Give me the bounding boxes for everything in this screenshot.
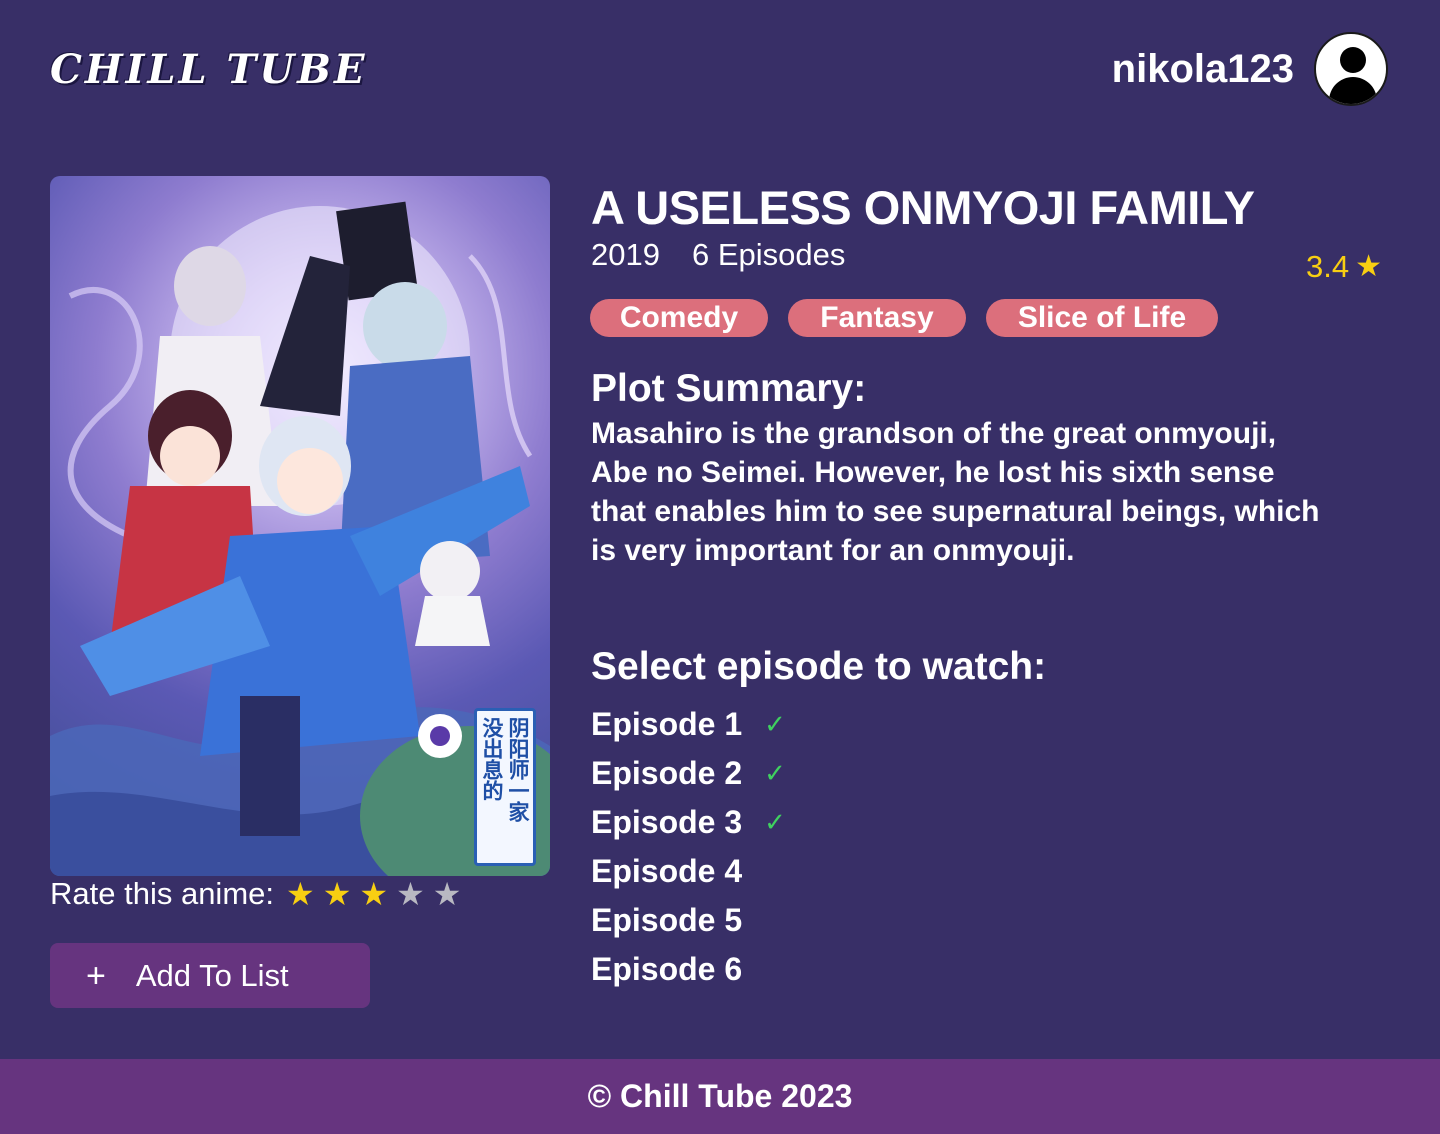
avatar-head-shape	[1340, 47, 1366, 73]
average-score: 3.4 ★	[1306, 249, 1382, 285]
episode-heading: Select episode to watch:	[591, 645, 1047, 688]
footer: © Chill Tube 2023	[0, 1059, 1440, 1134]
check-icon: ✓	[764, 709, 786, 739]
anime-title: A USELESS ONMYOJI FAMILY	[591, 181, 1255, 234]
rating-star-icon[interactable]: ★	[286, 878, 315, 910]
rating-star-icon[interactable]: ★	[323, 878, 352, 910]
rating-star-icon[interactable]: ★	[433, 878, 462, 910]
poster-title-banner: 阴阳师一家 没出息的	[474, 708, 536, 866]
release-year: 2019	[591, 237, 660, 272]
genre-pill-fantasy[interactable]: Fantasy	[788, 299, 966, 337]
episode-label[interactable]: Episode 5	[591, 902, 742, 939]
add-to-list-label: Add To List	[135, 957, 289, 993]
check-icon: ✓	[764, 758, 786, 788]
rating-star-icon[interactable]: ★	[359, 878, 388, 910]
episode-item[interactable]: Episode 1 ✓	[591, 700, 786, 749]
anime-meta: 2019 6 Episodes	[591, 237, 845, 273]
genre-pill-comedy[interactable]: Comedy	[590, 299, 768, 337]
rating-row: Rate this anime: ★ ★ ★ ★ ★	[50, 876, 461, 912]
footer-copyright: © Chill Tube 2023	[587, 1078, 853, 1114]
rating-star-icon[interactable]: ★	[396, 878, 425, 910]
anime-poster: 阴阳师一家 没出息的	[50, 176, 550, 876]
star-icon: ★	[1355, 250, 1382, 283]
plus-icon: +	[86, 956, 106, 995]
user-menu[interactable]: nikola123	[1112, 32, 1388, 106]
plot-summary: Masahiro is the grandson of the great on…	[591, 417, 1320, 567]
poster-title-line-2: 没出息的	[480, 717, 504, 801]
genre-list: Comedy Fantasy Slice of Life	[590, 299, 1218, 337]
episode-label[interactable]: Episode 2	[591, 755, 742, 792]
episode-item[interactable]: Episode 2 ✓	[591, 749, 786, 798]
user-avatar-icon[interactable]	[1314, 32, 1388, 106]
episode-label[interactable]: Episode 4	[591, 853, 742, 890]
episode-count: 6 Episodes	[691, 237, 846, 272]
episode-item[interactable]: Episode 5	[591, 896, 786, 945]
poster-title-line-1: 阴阳师一家	[506, 717, 530, 822]
check-icon: ✓	[764, 807, 786, 837]
rating-stars[interactable]: ★ ★ ★ ★ ★	[286, 878, 461, 910]
episode-item[interactable]: Episode 6	[591, 945, 786, 994]
episode-item[interactable]: Episode 4	[591, 847, 786, 896]
score-value: 3.4	[1305, 249, 1350, 284]
username[interactable]: nikola123	[1112, 47, 1294, 92]
rate-label: Rate this anime:	[50, 876, 274, 911]
add-to-list-button[interactable]: + Add To List	[50, 943, 370, 1008]
avatar-body-shape	[1329, 77, 1377, 104]
episode-label[interactable]: Episode 1	[591, 706, 742, 743]
episode-list: Episode 1 ✓ Episode 2 ✓ Episode 3 ✓ Epis…	[591, 700, 786, 994]
genre-pill-slice-of-life[interactable]: Slice of Life	[986, 299, 1218, 337]
episode-label[interactable]: Episode 6	[591, 951, 742, 988]
episode-item[interactable]: Episode 3 ✓	[591, 798, 786, 847]
plot-heading: Plot Summary:	[591, 367, 867, 410]
site-logo[interactable]: CHILL TUBE	[50, 46, 367, 93]
episode-label[interactable]: Episode 3	[591, 804, 742, 841]
